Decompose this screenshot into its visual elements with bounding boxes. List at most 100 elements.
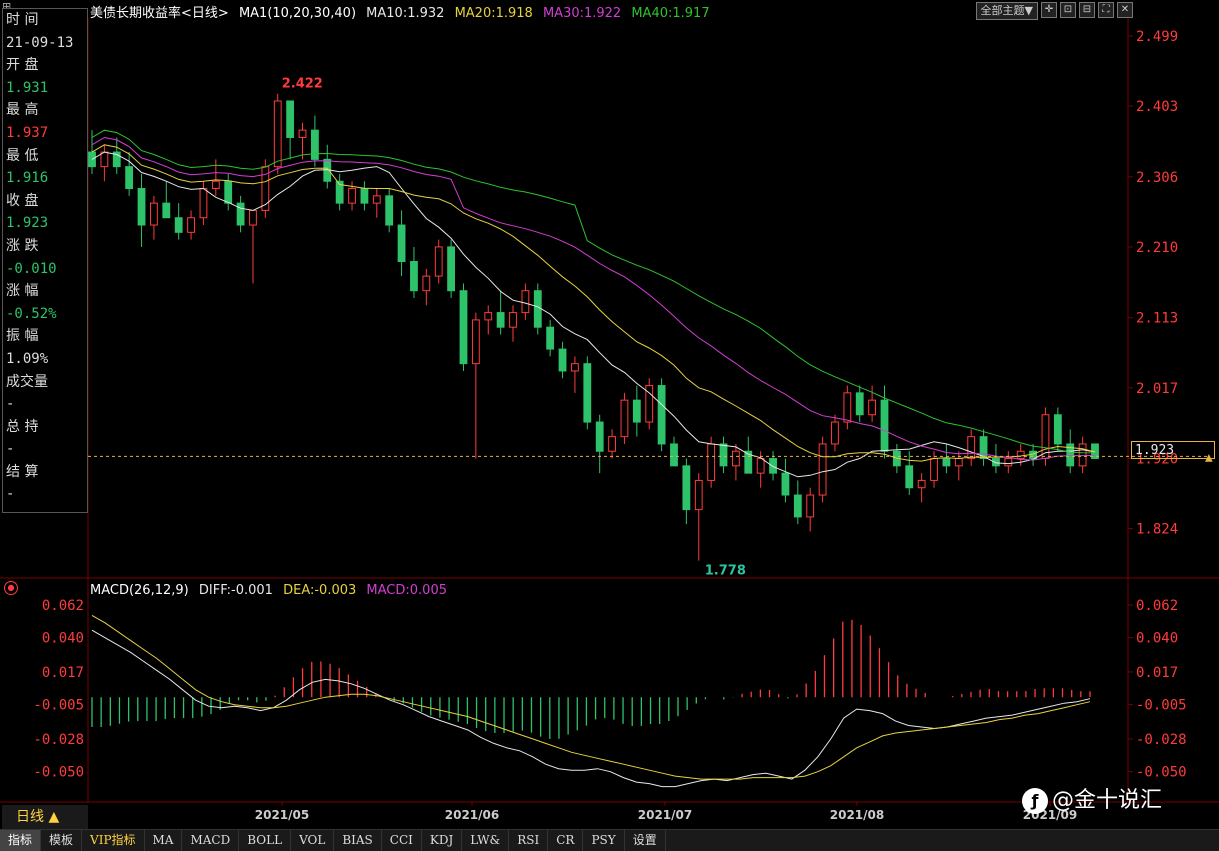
candle-up [608, 436, 616, 452]
indicator-tab[interactable]: PSY [583, 830, 625, 851]
candle-up [273, 100, 282, 168]
date-tick-label: 2021/07 [638, 808, 692, 822]
bar-info-panel: 时 间 21-09-13 开 盘 1.931 最 高 1.937 最 低 1.916 收 盘 1.… [2, 8, 88, 513]
candle-down [781, 472, 790, 496]
candle-down [855, 392, 864, 416]
price-tick-label: 2.210 [1136, 240, 1178, 256]
candle-up [571, 363, 579, 372]
info-value: 1.09% [6, 350, 49, 367]
dea-value: DEA:-0.003 [283, 583, 357, 598]
candle-up [434, 246, 443, 277]
candle-down [397, 224, 406, 263]
info-label: 结 算 [6, 463, 39, 480]
date-tick-label: 2021/05 [255, 808, 309, 822]
price-tick-label: 2.113 [1136, 311, 1178, 327]
date-tick-label: 2021/06 [445, 808, 499, 822]
candle-down [793, 494, 802, 518]
diff-line [91, 629, 1091, 788]
candle-down [224, 180, 233, 204]
candle-down [125, 166, 134, 190]
indicator-tab[interactable]: BIAS [334, 830, 382, 851]
candle-up [521, 290, 530, 314]
candle-down [657, 385, 666, 445]
indicator-tab[interactable]: RSI [509, 830, 549, 851]
low-annotation: 1.778 [705, 564, 746, 579]
price-tick-label: 2.499 [1136, 29, 1178, 45]
indicator-tab-bar: 指标 模板 VIP指标 MA MACD BOLL VOL BIAS CCI KDJ LW& RSI CR… [0, 829, 1219, 851]
candle-down [880, 399, 889, 452]
candle-up [707, 443, 716, 481]
candle-up [930, 458, 938, 481]
period-selector[interactable]: 日线 ▲ [2, 805, 88, 829]
indicator-tab[interactable]: KDJ [422, 830, 463, 851]
info-value: - [6, 441, 15, 458]
candle-up [731, 450, 740, 467]
candle-down [632, 399, 641, 423]
candle-down [360, 188, 369, 204]
candle-down [410, 261, 418, 292]
indicator-settings-icon[interactable]: ● [4, 581, 18, 595]
candle-down [769, 458, 777, 474]
indicator-tab[interactable]: CR [548, 830, 584, 851]
candle-down [286, 100, 295, 138]
indicator-tab[interactable]: CCI [382, 830, 422, 851]
watermark-text: @金十说汇 [1052, 788, 1163, 813]
dea-line [91, 614, 1091, 780]
candle-up [967, 436, 976, 460]
indicator-tab[interactable]: 模板 [41, 830, 83, 851]
indicator-tab[interactable]: BOLL [239, 830, 292, 851]
price-tick-label: 1.824 [1136, 522, 1178, 538]
candle-up [199, 188, 208, 219]
candle-down [385, 195, 394, 226]
watermark: ƒ @金十说汇 [1022, 782, 1162, 814]
candle-down [558, 348, 567, 372]
candle-up [806, 494, 815, 518]
info-label: 最 低 [6, 147, 39, 164]
info-label: 涨 幅 [6, 283, 39, 300]
macd-header: MACD(26,12,9) DIFF:-0.001 DEA:-0.003 MAC… [90, 583, 453, 598]
info-label: 开 盘 [6, 57, 39, 74]
info-label: 收 盘 [6, 192, 39, 209]
macd-tick-label-right: -0.005 [1136, 698, 1187, 714]
macd-tick-label-right: -0.028 [1136, 732, 1187, 748]
indicator-tab[interactable]: VOL [291, 830, 335, 851]
candle-up [187, 217, 195, 233]
ma30-line [91, 136, 1096, 461]
chart-canvas[interactable]: 2.4992.4032.3062.2102.1132.0171.9201.824… [0, 0, 1219, 830]
indicator-tab[interactable]: MACD [182, 830, 240, 851]
info-label: 最 高 [6, 102, 39, 119]
candle-up [422, 275, 431, 292]
candle-up [1016, 450, 1025, 460]
info-label: 涨 跌 [6, 237, 39, 254]
brand-logo-icon: ƒ [1022, 788, 1048, 814]
candle-up [954, 458, 963, 467]
macd-tick-label-right: -0.050 [1136, 765, 1187, 781]
price-tick-label: 2.017 [1136, 381, 1178, 397]
indicator-tab[interactable]: 指标 [0, 830, 42, 851]
info-label: 成交量 [6, 373, 48, 390]
macd-label[interactable]: MACD(26,12,9) [90, 583, 189, 598]
candle-up [831, 421, 839, 445]
macd-tick-label-left: -0.028 [33, 732, 84, 748]
indicator-tab[interactable]: MA [145, 830, 183, 851]
candle-down [1053, 414, 1062, 445]
candle-down [682, 465, 691, 511]
candle-down [496, 312, 505, 328]
info-value: -0.52% [6, 305, 57, 322]
indicator-tab[interactable]: VIP指标 [82, 830, 145, 851]
info-value: 1.916 [6, 170, 49, 187]
candle-down [137, 188, 146, 226]
info-value: 21-09-13 [6, 34, 74, 51]
indicator-tab[interactable]: LW& [462, 830, 510, 851]
price-tick-label: 2.306 [1136, 170, 1178, 186]
macd-tick-label-left: 0.017 [42, 665, 84, 681]
info-value: - [6, 396, 15, 413]
indicator-tab[interactable]: 设置 [625, 830, 666, 851]
candle-up [509, 312, 517, 328]
candle-down [236, 202, 245, 226]
candle-up [211, 180, 220, 190]
candle-up [868, 399, 877, 416]
info-value: 1.923 [6, 215, 49, 232]
candle-up [249, 209, 257, 226]
candle-up [484, 312, 493, 321]
